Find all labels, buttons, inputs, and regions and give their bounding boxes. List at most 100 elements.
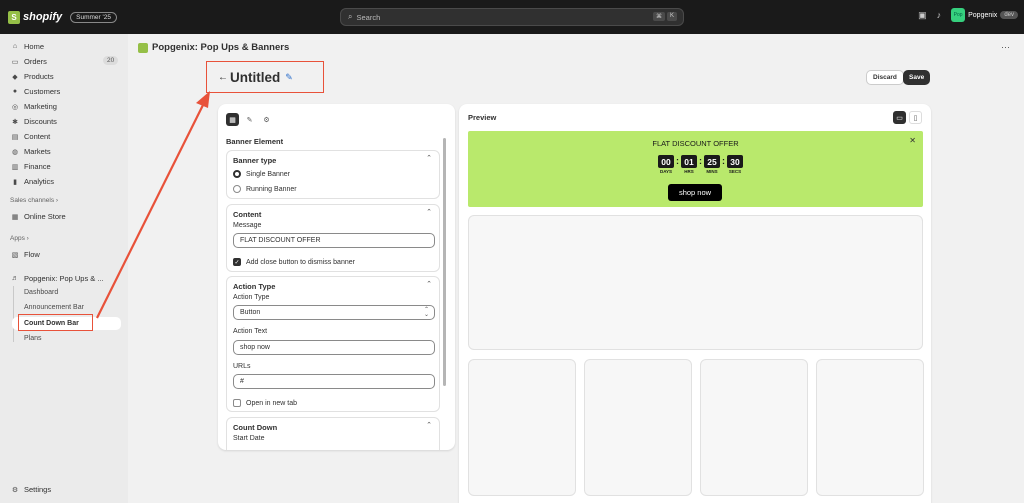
- close-button-checkbox[interactable]: ✓ Add close button to dismiss banner: [233, 258, 355, 266]
- sidebar-item-analytics[interactable]: ▮ Analytics: [10, 177, 54, 186]
- timer-value: 30: [727, 155, 743, 168]
- urls-input[interactable]: #: [233, 374, 435, 389]
- action-type-card: Action Type ⌃ Action Type Button ⌃ ⌄ Acti…: [226, 276, 440, 412]
- app-title: Popgenix: Pop Ups & Banners: [152, 42, 290, 53]
- countdown-timer: 00 DAYS : 01 HRS : 25 MINS : 30 SECS: [658, 155, 743, 174]
- new-tab-checkbox[interactable]: Open in new tab: [233, 399, 297, 407]
- count-down-card: Count Down ⌃ Start Date: [226, 417, 440, 450]
- chevron-up-icon[interactable]: ⌃: [426, 421, 432, 429]
- product-placeholder: [468, 359, 576, 496]
- chevron-up-icon[interactable]: ⌃: [426, 154, 432, 162]
- sidebar-item-finance[interactable]: ▥ Finance: [10, 162, 51, 171]
- mobile-icon[interactable]: ▯: [909, 111, 922, 124]
- sales-channels-label[interactable]: Sales channels ›: [10, 197, 58, 204]
- scrollbar[interactable]: [443, 138, 446, 386]
- sidebar-item-label: Discounts: [24, 117, 57, 126]
- sidebar-item-home[interactable]: ⌂ Home: [10, 42, 44, 51]
- sidebar-item-label: Settings: [24, 485, 52, 494]
- timer-separator: :: [676, 156, 679, 166]
- apps-label[interactable]: Apps ›: [10, 235, 29, 242]
- orders-count-badge: 20: [103, 56, 119, 65]
- sidebar-item-discounts[interactable]: ✱ Discounts: [10, 117, 57, 126]
- sidebar-item-label: Orders: [24, 57, 47, 66]
- shopify-logo[interactable]: S shopify: [8, 10, 62, 24]
- timer-value: 25: [704, 155, 720, 168]
- timer-hours: 01 HRS: [681, 155, 697, 174]
- sidebar-item-markets[interactable]: ◍ Markets: [10, 147, 51, 156]
- store-menu[interactable]: Pop Popgenix dev: [951, 8, 1018, 22]
- sidebar-item-orders[interactable]: ▭ Orders: [10, 57, 47, 66]
- checkbox-label: Open in new tab: [246, 399, 297, 407]
- sidebar-item-customers[interactable]: ● Customers: [10, 87, 60, 96]
- sub-item-announcement-bar[interactable]: Announcement Bar: [24, 304, 84, 311]
- action-type-label: Action Type: [233, 294, 270, 301]
- more-options-icon[interactable]: ⋯: [1001, 42, 1010, 53]
- timer-separator: :: [699, 156, 702, 166]
- editor-panel: ▦ ✎ ⚙ Banner Element Banner type ⌃ Singl…: [218, 104, 455, 450]
- action-text-input[interactable]: shop now: [233, 340, 435, 355]
- app-icon: ♬: [11, 275, 19, 282]
- sidebar-item-flow[interactable]: ▧ Flow: [10, 250, 40, 259]
- discard-button[interactable]: Discard: [866, 70, 904, 85]
- annotation-box-title: [206, 61, 324, 93]
- save-button[interactable]: Save: [903, 70, 931, 85]
- gear-tab-icon[interactable]: ⚙: [260, 113, 273, 126]
- avatar: Pop: [951, 8, 966, 22]
- start-date-label: Start Date: [233, 435, 265, 442]
- checkbox[interactable]: [233, 399, 241, 407]
- timer-seconds: 30 SECS: [727, 155, 743, 174]
- season-badge: Summer '25: [70, 11, 117, 23]
- sidebar-item-marketing[interactable]: ◎ Marketing: [10, 102, 57, 111]
- annotation-box-nav: [18, 314, 93, 331]
- radio-label: Single Banner: [246, 170, 290, 178]
- radio-running-banner[interactable]: Running Banner: [233, 185, 297, 193]
- flow-icon: ▧: [11, 251, 19, 259]
- countdown-banner-preview: FLAT DISCOUNT OFFER ✕ 00 DAYS : 01 HRS :…: [468, 131, 923, 207]
- search-input[interactable]: ⌕ Search ⌘ K: [340, 8, 684, 26]
- sidebar-item-content[interactable]: ▤ Content: [10, 132, 51, 141]
- chevron-up-icon[interactable]: ⌃: [426, 280, 432, 288]
- content-icon: ▤: [11, 133, 19, 141]
- action-text-label: Action Text: [233, 328, 268, 335]
- chevron-up-icon[interactable]: ⌃: [426, 208, 432, 216]
- cmd-key: ⌘: [652, 12, 665, 21]
- timer-label: MINS: [706, 169, 718, 174]
- analytics-icon: ▮: [13, 178, 17, 186]
- sidebar-item-products[interactable]: ◆ Products: [10, 72, 53, 81]
- sidebar-item-online-store[interactable]: ▦ Online Store: [10, 212, 66, 221]
- elements-tab-icon[interactable]: ▦: [226, 113, 239, 126]
- timer-label: DAYS: [659, 169, 673, 174]
- action-type-select[interactable]: Button ⌃ ⌄: [233, 305, 435, 320]
- close-icon[interactable]: ✕: [909, 136, 916, 145]
- sidebar-item-label: Marketing: [24, 102, 57, 111]
- sidebar-item-settings[interactable]: ⚙ Settings: [10, 485, 51, 494]
- radio-single-banner[interactable]: Single Banner: [233, 170, 290, 178]
- sidebar-item-label: Markets: [24, 147, 51, 156]
- sidebar-item-label: Analytics: [24, 177, 55, 186]
- orders-icon: ▭: [11, 58, 19, 66]
- pencil-tab-icon[interactable]: ✎: [243, 113, 256, 126]
- radio-button[interactable]: [233, 170, 241, 178]
- sidebar-item-label: Home: [24, 42, 45, 51]
- product-placeholder: [700, 359, 808, 496]
- finance-icon: ▥: [11, 163, 19, 171]
- person-icon: ●: [12, 88, 18, 95]
- store-terminal-icon[interactable]: ▣: [918, 10, 927, 21]
- message-input[interactable]: FLAT DISCOUNT OFFER: [233, 233, 435, 248]
- sidebar-item-popgenix[interactable]: ♬ Popgenix: Pop Ups & ...: [10, 274, 104, 283]
- discount-icon: ✱: [12, 118, 18, 126]
- device-toggle: ▭ ▯: [893, 111, 922, 124]
- search-placeholder: Search: [356, 12, 381, 22]
- shop-now-button[interactable]: shop now: [668, 184, 722, 201]
- tree-line: [13, 286, 14, 342]
- checkbox[interactable]: ✓: [233, 258, 241, 266]
- timer-separator: :: [722, 156, 725, 166]
- bell-icon[interactable]: ♪: [937, 10, 942, 20]
- radio-button[interactable]: [233, 185, 241, 193]
- sidebar-item-label: Content: [24, 132, 51, 141]
- preview-panel: Preview ▭ ▯ FLAT DISCOUNT OFFER ✕ 00 DAY…: [459, 104, 931, 503]
- k-key: K: [666, 12, 677, 21]
- sub-item-plans[interactable]: Plans: [24, 335, 42, 342]
- sub-item-dashboard[interactable]: Dashboard: [24, 289, 58, 296]
- desktop-icon[interactable]: ▭: [893, 111, 906, 124]
